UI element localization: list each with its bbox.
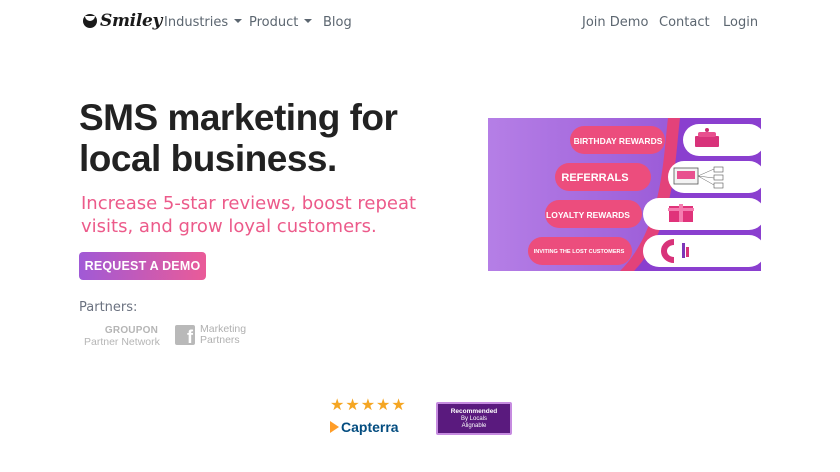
pill-referrals: REFERRALS bbox=[555, 163, 651, 191]
star-icon: ★ bbox=[330, 395, 345, 414]
facebook-partner-line2: Partners bbox=[200, 334, 240, 346]
pill-label-loyalty-rewards: LOYALTY REWARDS bbox=[546, 210, 630, 220]
facebook-icon: f bbox=[175, 325, 195, 346]
star-icon: ★ bbox=[360, 395, 376, 414]
brand-name: Smiley bbox=[100, 11, 163, 31]
badge-line1: Recommended bbox=[450, 408, 498, 415]
chevron-down-icon bbox=[304, 19, 313, 23]
nav-login-link[interactable]: Login bbox=[723, 15, 758, 30]
star-icon: ★ bbox=[376, 395, 391, 414]
pill-birthday-rewards: BIRTHDAY REWARDS bbox=[570, 126, 665, 154]
badge-line2: By Locals bbox=[460, 415, 487, 422]
capterra-logo: Capterra bbox=[330, 419, 408, 435]
capterra-badge[interactable]: ★ ★ ★ ★ ★ Capterra bbox=[330, 397, 408, 435]
magnet-icon bbox=[643, 235, 761, 267]
facebook-partner-logo: f Marketing Partners bbox=[175, 324, 246, 346]
smiley-logo-icon bbox=[83, 14, 97, 28]
recommended-by-locals-badge[interactable]: Recommended By Locals Alignable bbox=[436, 402, 512, 435]
cake-icon bbox=[683, 124, 761, 156]
capterra-name: Capterra bbox=[341, 419, 399, 435]
capterra-arrow-icon bbox=[330, 421, 339, 433]
nav-product-dropdown[interactable]: Product bbox=[249, 15, 313, 30]
pill-label-inviting-lost-customers: INVITING THE LOST CUSTOMERS bbox=[534, 249, 625, 255]
nav-blog-link[interactable]: Blog bbox=[323, 15, 352, 30]
request-demo-button[interactable]: REQUEST A DEMO bbox=[79, 252, 206, 280]
pill-label-referrals: REFERRALS bbox=[561, 172, 628, 184]
rating-stars: ★ ★ ★ ★ ★ bbox=[330, 397, 408, 413]
features-illustration: BIRTHDAY REWARDS REFERRALS LOYALTY REWAR… bbox=[488, 118, 761, 271]
top-navbar: Smiley Industries Product Blog Join Demo… bbox=[0, 0, 840, 44]
brand-logo[interactable]: Smiley bbox=[83, 11, 162, 31]
nav-industries-dropdown[interactable]: Industries bbox=[164, 15, 243, 30]
nav-industries-label: Industries bbox=[164, 15, 229, 30]
star-icon: ★ bbox=[345, 395, 360, 414]
star-icon: ★ bbox=[391, 395, 406, 414]
groupon-partner-logo: GROUPON Partner Network bbox=[84, 325, 164, 348]
badge-line3: Alignable bbox=[461, 423, 487, 429]
nav-join-demo-link[interactable]: Join Demo bbox=[582, 15, 648, 30]
groupon-logo-text: GROUPON bbox=[104, 325, 158, 336]
pill-loyalty-rewards: LOYALTY REWARDS bbox=[545, 200, 642, 228]
hero-subtitle: Increase 5-star reviews, boost repeat vi… bbox=[81, 193, 417, 237]
groupon-logo-subtext: Partner Network bbox=[84, 336, 160, 348]
hero-title: SMS marketing for local business. bbox=[79, 97, 398, 179]
partners-label: Partners: bbox=[79, 300, 138, 315]
chevron-down-icon bbox=[234, 19, 243, 23]
nav-product-label: Product bbox=[249, 15, 299, 30]
referral-network-icon bbox=[668, 161, 761, 193]
pill-inviting-lost-customers: INVITING THE LOST CUSTOMERS bbox=[528, 237, 632, 265]
pill-label-birthday-rewards: BIRTHDAY REWARDS bbox=[574, 136, 663, 146]
nav-contact-link[interactable]: Contact bbox=[659, 15, 710, 30]
gift-icon bbox=[643, 198, 761, 230]
